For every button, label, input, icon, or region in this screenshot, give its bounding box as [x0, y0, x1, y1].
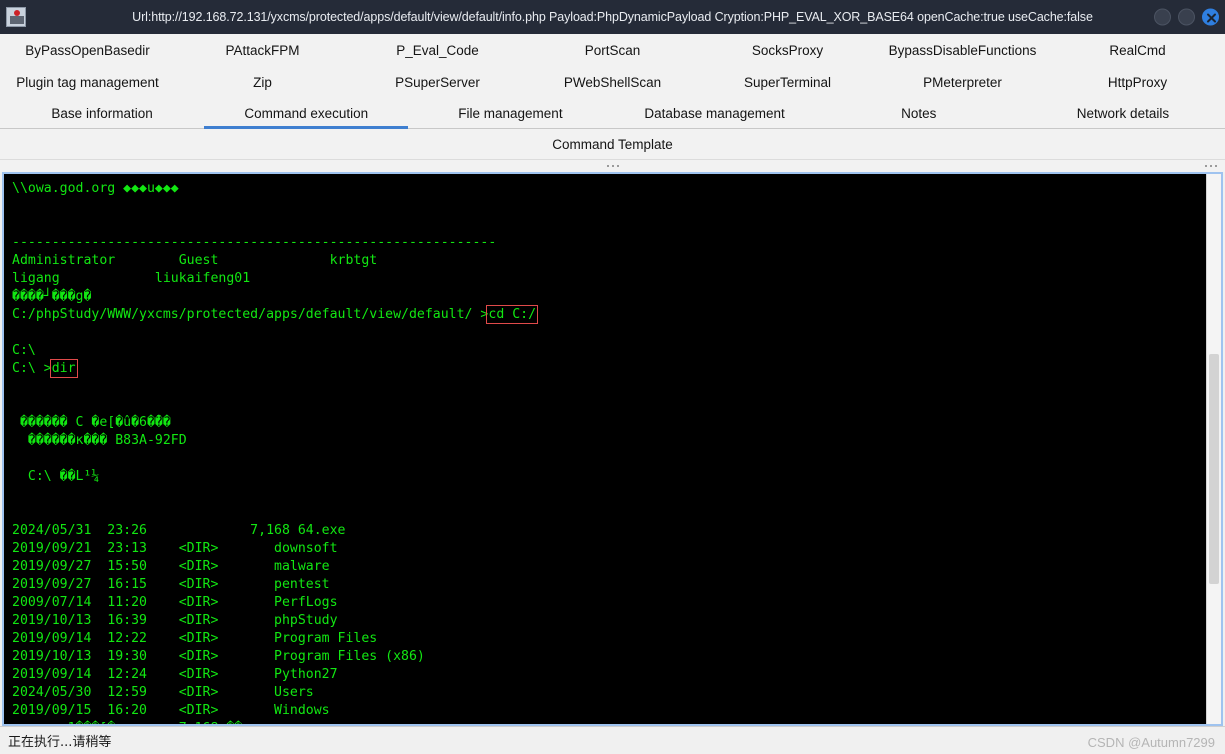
- tab-psuperserver[interactable]: PSuperServer: [350, 66, 525, 98]
- close-button[interactable]: [1202, 8, 1219, 26]
- status-bar: 正在执行...请稍等 CSDN @Autumn7299: [0, 726, 1225, 754]
- terminal-line: 2019/09/15 16:20 <DIR> Windows: [12, 703, 330, 718]
- minimize-button[interactable]: [1154, 8, 1171, 26]
- terminal-line: ������ C �e[�û�6�̌��: [12, 415, 171, 430]
- tab-p-eval-code[interactable]: P_Eval_Code: [350, 34, 525, 66]
- terminal-output[interactable]: \\owa.god.org ◆◆◆u◆◆◆ -------------------…: [4, 174, 1206, 724]
- toolbar: ByPassOpenBasedir PAttackFPM P_Eval_Code…: [0, 34, 1225, 159]
- title-bar: Url:http://192.168.72.131/yxcms/protecte…: [0, 0, 1225, 34]
- terminal-line: C:\: [12, 343, 36, 358]
- tab-zip[interactable]: Zip: [175, 66, 350, 98]
- scrollbar-thumb[interactable]: [1209, 354, 1219, 584]
- tab-pattackfpm[interactable]: PAttackFPM: [175, 34, 350, 66]
- terminal-line: C:/phpStudy/WWW/yxcms/protected/apps/def…: [12, 305, 1206, 324]
- terminal-line: ����┘���g�: [12, 289, 92, 304]
- terminal-line: 2019/09/21 23:13 <DIR> downsoft: [12, 541, 338, 556]
- terminal-prompt: C:/phpStudy/WWW/yxcms/protected/apps/def…: [12, 307, 489, 322]
- terminal-line: C:\ >dir: [12, 359, 1206, 378]
- status-text: 正在执行...请稍等: [8, 735, 112, 750]
- terminal-line: 2019/09/27 15:50 <DIR> malware: [12, 559, 330, 574]
- maximize-button[interactable]: [1178, 8, 1195, 26]
- tab-pmeterpreter[interactable]: PMeterpreter: [875, 66, 1050, 98]
- tab-plugin-tag-management[interactable]: Plugin tag management: [0, 66, 175, 98]
- terminal-line: 2019/09/14 12:22 <DIR> Program Files: [12, 631, 378, 646]
- tab-realcmd[interactable]: RealCmd: [1050, 34, 1225, 66]
- watermark: CSDN @Autumn7299: [1087, 735, 1215, 750]
- terminal-line: \\owa.god.org ◆◆◆u◆◆◆: [12, 181, 179, 196]
- plugin-tabs-row-1: ByPassOpenBasedir PAttackFPM P_Eval_Code…: [0, 34, 1225, 66]
- terminal-line: ----------------------------------------…: [12, 235, 497, 250]
- tab-socksproxy[interactable]: SocksProxy: [700, 34, 875, 66]
- command-template-row: Command Template: [0, 129, 1225, 159]
- close-icon: [1207, 13, 1216, 23]
- terminal-line: 2019/09/27 16:15 <DIR> pentest: [12, 577, 330, 592]
- terminal-scrollbar[interactable]: [1206, 174, 1221, 724]
- app-icon: [6, 7, 26, 27]
- tab-bypassdisablefunctions[interactable]: BypassDisableFunctions: [875, 34, 1050, 66]
- highlighted-command: cd C:/: [486, 305, 539, 324]
- terminal-panel: \\owa.god.org ◆◆◆u◆◆◆ -------------------…: [2, 172, 1223, 726]
- terminal-line: 1���[� 7,168 ��: [12, 720, 1206, 724]
- terminal-line: 2024/05/30 12:59 <DIR> Users: [12, 685, 314, 700]
- tab-portscan[interactable]: PortScan: [525, 34, 700, 66]
- terminal-prompt: C:\ >: [12, 361, 52, 376]
- tab-network-details[interactable]: Network details: [1020, 98, 1225, 128]
- tab-file-management[interactable]: File management: [408, 98, 613, 128]
- tab-bypassopenbasedir[interactable]: ByPassOpenBasedir: [0, 34, 175, 66]
- terminal-line: 2009/07/14 11:20 <DIR> PerfLogs: [12, 595, 338, 610]
- tab-superterminal[interactable]: SuperTerminal: [700, 66, 875, 98]
- tab-command-execution[interactable]: Command execution: [204, 98, 409, 129]
- splitter-right-grip-icon: [1205, 165, 1217, 167]
- tab-command-template[interactable]: Command Template: [552, 129, 673, 159]
- application-window: Url:http://192.168.72.131/yxcms/protecte…: [0, 0, 1225, 754]
- panel-splitter[interactable]: [0, 159, 1225, 172]
- main-tabs-row: Base information Command execution File …: [0, 98, 1225, 129]
- tab-httpproxy[interactable]: HttpProxy: [1050, 66, 1225, 98]
- terminal-line: 2019/10/13 16:39 <DIR> phpStudy: [12, 613, 338, 628]
- tab-notes[interactable]: Notes: [816, 98, 1021, 128]
- terminal-line: C:\ ��L¹¼: [12, 469, 100, 484]
- splitter-grip-icon: [606, 165, 619, 167]
- window-controls: [1154, 8, 1219, 26]
- terminal-line: Administrator Guest krbtgt: [12, 253, 378, 268]
- highlighted-command: dir: [49, 359, 78, 378]
- tab-database-management[interactable]: Database management: [612, 98, 817, 128]
- terminal-line: ligang liukaifeng01: [12, 271, 251, 286]
- plugin-tabs-row-2: Plugin tag management Zip PSuperServer P…: [0, 66, 1225, 98]
- terminal-line: 2019/09/14 12:24 <DIR> Python27: [12, 667, 338, 682]
- tab-pwebshellscan[interactable]: PWebShellScan: [525, 66, 700, 98]
- terminal-line: ������к��� B83A-92FD: [12, 433, 187, 448]
- terminal-line: 2024/05/31 23:26 7,168 64.exe: [12, 523, 346, 538]
- tab-base-information[interactable]: Base information: [0, 98, 205, 128]
- terminal-line: 2019/10/13 19:30 <DIR> Program Files (x8…: [12, 649, 425, 664]
- window-title: Url:http://192.168.72.131/yxcms/protecte…: [132, 10, 1093, 24]
